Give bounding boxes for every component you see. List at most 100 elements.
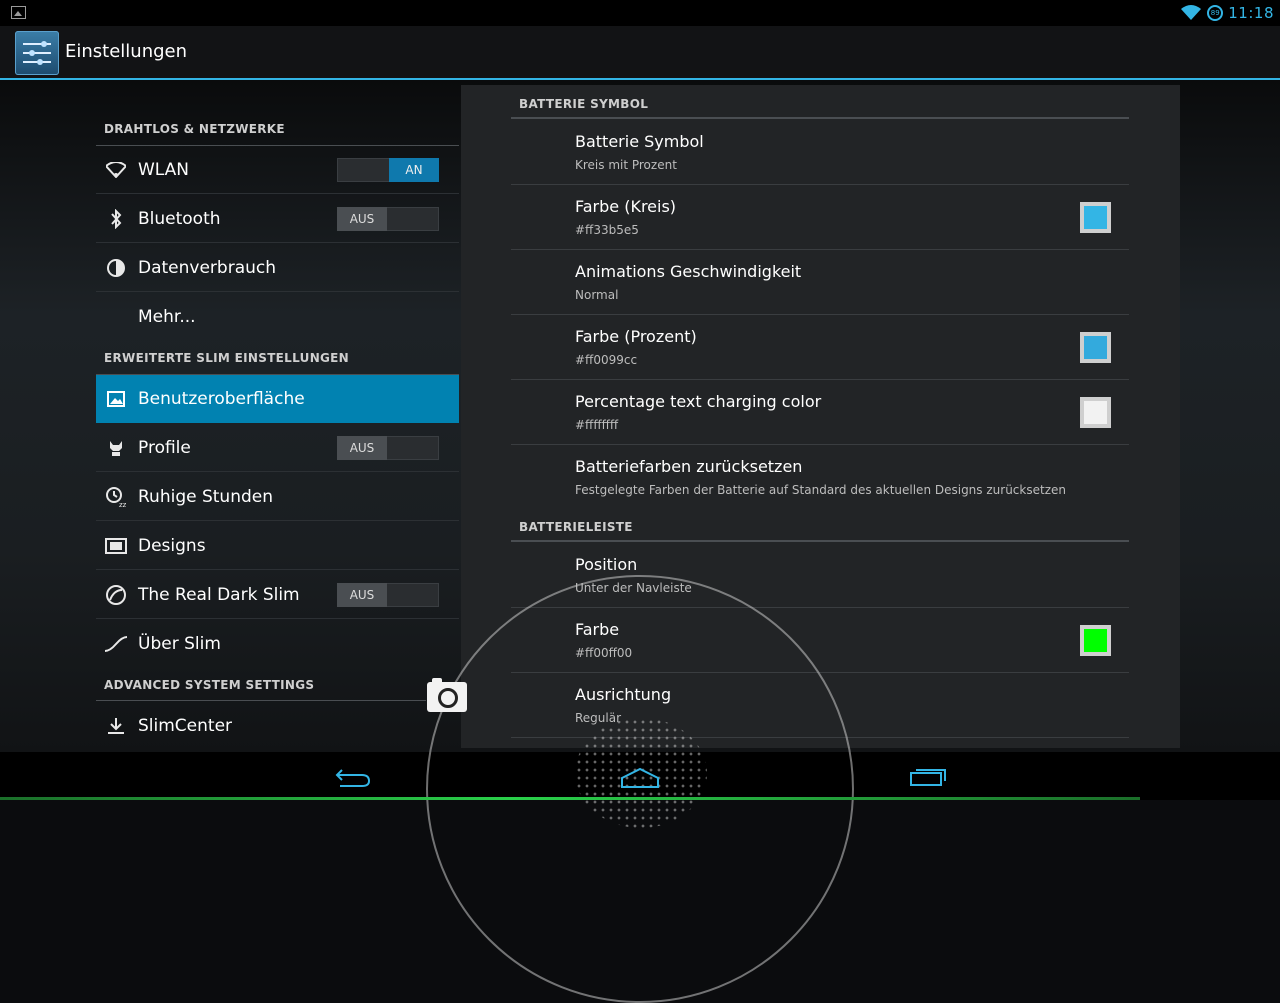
- sidebar-item-label: SlimCenter: [138, 716, 233, 736]
- pref-title: Farbe (Kreis): [575, 197, 677, 216]
- profile-icon: [104, 436, 128, 460]
- pref-title: Position: [575, 555, 638, 574]
- interface-icon: [104, 387, 128, 411]
- status-bar: 89 11:18: [0, 0, 1280, 26]
- pref-battery-icon[interactable]: Batterie Symbol Kreis mit Prozent: [511, 120, 1129, 185]
- pref-title: Farbe (Prozent): [575, 327, 697, 346]
- data-usage-icon: [104, 256, 128, 280]
- action-bar: Einstellungen: [0, 26, 1280, 80]
- pref-title: Batteriefarben zurücksetzen: [575, 457, 803, 476]
- bluetooth-icon: [104, 207, 128, 231]
- toggle-thumb: AUS: [337, 436, 387, 460]
- item-divider: [96, 569, 459, 570]
- wifi-status-icon: [1181, 5, 1202, 20]
- toggle-thumb: AN: [389, 158, 439, 182]
- color-swatch[interactable]: [1080, 202, 1111, 233]
- settings-app-icon[interactable]: [15, 31, 59, 75]
- category-divider: [96, 700, 426, 701]
- pref-summary: #ff0099cc: [575, 353, 638, 367]
- svg-text:zz: zz: [119, 501, 127, 508]
- battery-percent: 89: [1210, 9, 1220, 17]
- sidebar-item-label: WLAN: [138, 160, 190, 180]
- sidebar-item-label: Bluetooth: [138, 209, 221, 229]
- sidebar-item-label: Datenverbrauch: [138, 258, 277, 278]
- quiet-hours-icon: zz: [104, 485, 128, 509]
- pref-position[interactable]: Position Unter der Navleiste: [511, 543, 1129, 608]
- pref-summary: Kreis mit Prozent: [575, 158, 677, 172]
- pref-summary: Festgelegte Farben der Batterie auf Stan…: [575, 483, 1066, 497]
- section-battery-icon: BATTERIE SYMBOL: [519, 97, 649, 111]
- sidebar-item-label: Designs: [138, 536, 206, 556]
- color-swatch[interactable]: [1080, 625, 1111, 656]
- pref-title: Ausrichtung: [575, 685, 672, 704]
- wifi-icon: [104, 158, 128, 182]
- sidebar-item-label: Mehr...: [138, 307, 196, 327]
- bluetooth-toggle[interactable]: AUS: [337, 207, 439, 231]
- sidebar-item-more[interactable]: Mehr...: [96, 293, 459, 341]
- sidebar-item-slimcenter[interactable]: SlimCenter: [96, 702, 459, 750]
- camera-icon[interactable]: [427, 678, 467, 712]
- clock: 11:18: [1228, 4, 1274, 22]
- item-divider: [96, 291, 459, 292]
- sidebar-item-label: Benutzeroberfläche: [138, 389, 305, 409]
- item-divider: [96, 618, 459, 619]
- themes-icon: [104, 534, 128, 558]
- pref-title: Percentage text charging color: [575, 392, 822, 411]
- dark-slim-toggle[interactable]: AUS: [337, 583, 439, 607]
- page-title: Einstellungen: [65, 41, 188, 62]
- item-divider: [96, 193, 459, 194]
- pref-summary: #ff33b5e5: [575, 223, 639, 237]
- pref-charging-text-color[interactable]: Percentage text charging color #ffffffff: [511, 380, 1129, 445]
- sidebar-item-label: Profile: [138, 438, 191, 458]
- pref-title: Animations Geschwindigkeit: [575, 262, 802, 281]
- sidebar-item-data-usage[interactable]: Datenverbrauch: [96, 244, 459, 292]
- section-divider: [511, 117, 1129, 119]
- sidebar-item-label: The Real Dark Slim: [138, 585, 300, 605]
- pref-reset-battery-colors[interactable]: Batteriefarben zurücksetzen Festgelegte …: [511, 445, 1129, 510]
- pref-bar-color[interactable]: Farbe #ff00ff00: [511, 608, 1129, 673]
- back-icon[interactable]: [334, 764, 372, 788]
- gallery-notification-icon: [11, 6, 26, 19]
- download-icon: [104, 714, 128, 738]
- section-divider: [511, 540, 1129, 542]
- toggle-thumb: AUS: [337, 583, 387, 607]
- sidebar-item-wlan[interactable]: WLAN AN: [96, 146, 459, 194]
- sidebar-item-dark-slim[interactable]: The Real Dark Slim AUS: [96, 571, 459, 619]
- section-battery-bar: BATTERIELEISTE: [519, 520, 633, 534]
- sidebar-item-about-slim[interactable]: Über Slim: [96, 620, 459, 668]
- color-swatch[interactable]: [1080, 397, 1111, 428]
- sidebar-item-themes[interactable]: Designs: [96, 522, 459, 570]
- toggle-thumb: AUS: [337, 207, 387, 231]
- category-wireless: DRAHTLOS & NETZWERKE: [104, 122, 285, 136]
- pref-animation-speed[interactable]: Animations Geschwindigkeit Normal: [511, 250, 1129, 315]
- battery-circle-icon: 89: [1207, 5, 1224, 21]
- pref-summary: Normal: [575, 288, 619, 302]
- sidebar-item-bluetooth[interactable]: Bluetooth AUS: [96, 195, 459, 243]
- home-icon[interactable]: [619, 766, 661, 790]
- dark-slim-icon: [104, 583, 128, 607]
- wlan-toggle[interactable]: AN: [337, 158, 439, 182]
- profile-toggle[interactable]: AUS: [337, 436, 439, 460]
- slim-logo-icon: [104, 632, 128, 656]
- sidebar-item-label: Über Slim: [138, 634, 221, 654]
- item-divider: [96, 242, 459, 243]
- battery-settings-panel: BATTERIE SYMBOL Batterie Symbol Kreis mi…: [461, 85, 1180, 748]
- pref-percent-color[interactable]: Farbe (Prozent) #ff0099cc: [511, 315, 1129, 380]
- settings-headers-list: DRAHTLOS & NETZWERKE WLAN AN Bluetooth A…: [96, 80, 459, 752]
- pref-summary: Unter der Navleiste: [575, 581, 692, 595]
- pref-summary: #ff00ff00: [575, 646, 633, 660]
- sidebar-item-quiet-hours[interactable]: zz Ruhige Stunden: [96, 473, 459, 521]
- sidebar-item-label: Ruhige Stunden: [138, 487, 274, 507]
- pref-circle-color[interactable]: Farbe (Kreis) #ff33b5e5: [511, 185, 1129, 250]
- category-advanced: ADVANCED SYSTEM SETTINGS: [104, 678, 315, 692]
- status-right: 89 11:18: [1180, 2, 1274, 24]
- recent-apps-icon[interactable]: [908, 765, 948, 787]
- color-swatch[interactable]: [1080, 332, 1111, 363]
- pref-summary: #ffffffff: [575, 418, 619, 432]
- item-divider: [96, 471, 459, 472]
- sidebar-item-profile[interactable]: Profile AUS: [96, 424, 459, 472]
- category-slim: ERWEITERTE SLIM EINSTELLUNGEN: [104, 351, 350, 365]
- pref-title: Farbe: [575, 620, 620, 639]
- sidebar-item-interface[interactable]: Benutzeroberfläche: [96, 375, 459, 423]
- pref-title: Batterie Symbol: [575, 132, 704, 151]
